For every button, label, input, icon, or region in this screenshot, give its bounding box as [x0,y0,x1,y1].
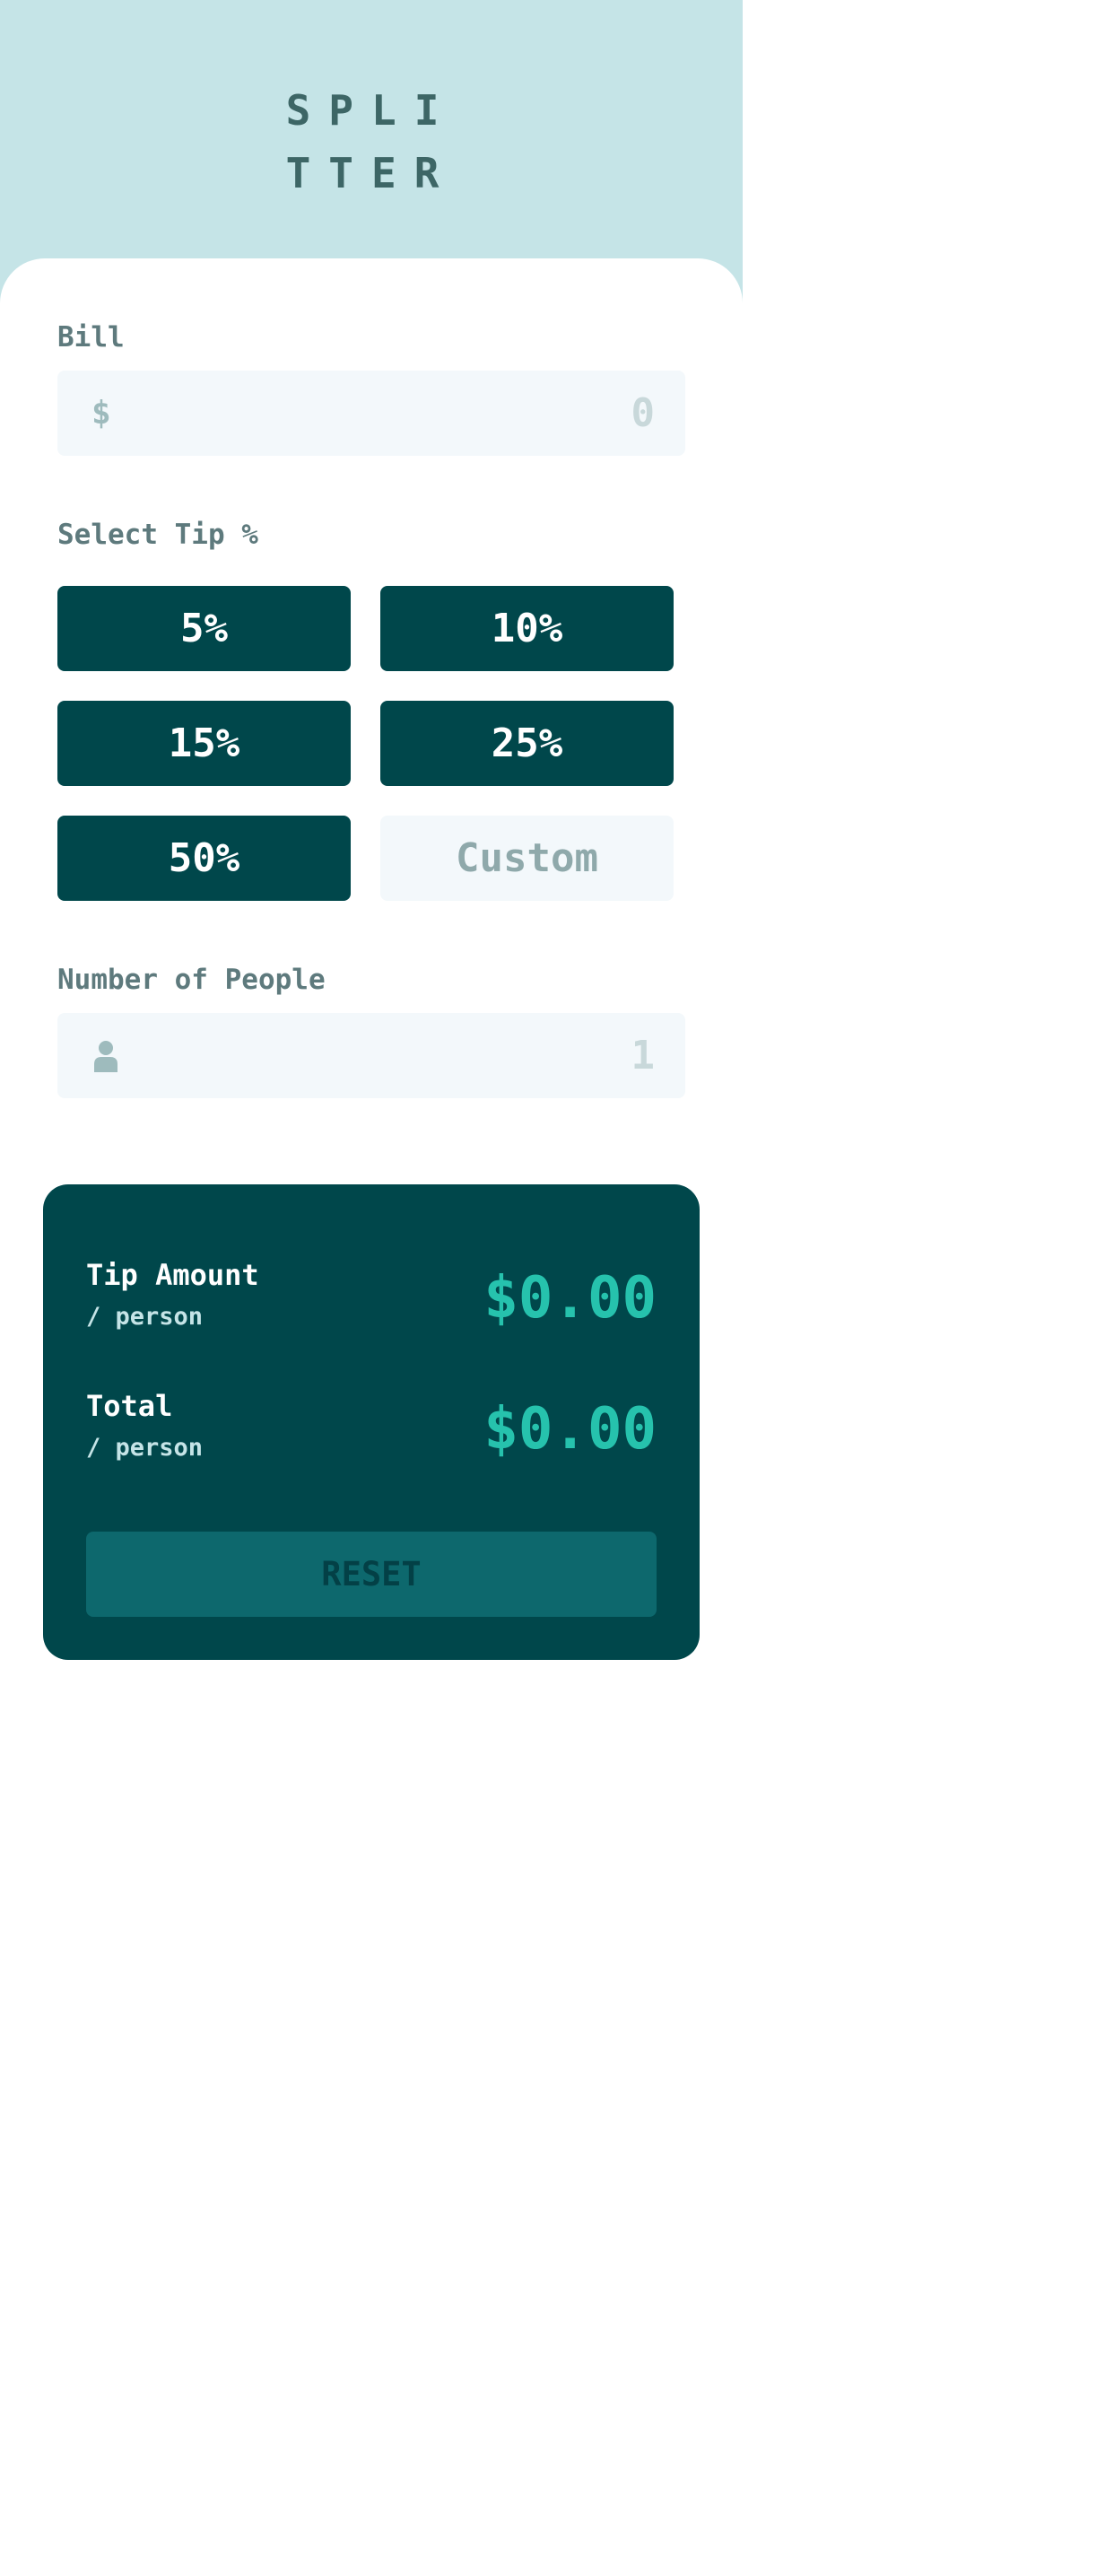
tip-amount-per-person: / person [86,1303,204,1331]
person-icon [94,1041,117,1072]
number-of-people-label: Number of People [57,964,326,996]
tip-button-10[interactable]: 10% [380,586,674,671]
tip-amount-value: $0.00 [483,1265,657,1332]
bill-input[interactable]: $ 0 [57,371,685,456]
logo-line-1: SPLI [285,86,457,135]
tip-button-15[interactable]: 15% [57,701,351,786]
results-panel: Tip Amount / person $0.00 Total / person… [43,1184,700,1660]
tip-button-25[interactable]: 25% [380,701,674,786]
tip-custom-input[interactable]: Custom [380,816,674,901]
people-input-value: 1 [631,1033,656,1078]
tip-amount-label: Tip Amount [86,1258,259,1292]
total-label: Total [86,1389,173,1423]
select-tip-label: Select Tip % [57,519,258,551]
dollar-icon: $ [91,395,111,432]
people-input[interactable]: 1 [57,1013,685,1098]
tip-button-5[interactable]: 5% [57,586,351,671]
logo-line-2: TTER [285,149,457,197]
logo: SPLI TTER [0,79,743,205]
bill-input-value: 0 [631,390,656,436]
bill-label: Bill [57,321,125,354]
tip-calculator-app: SPLI TTER Bill $ 0 Select Tip % 5% 10% 1… [0,0,743,2576]
total-per-person: / person [86,1434,204,1462]
total-value: $0.00 [483,1396,657,1463]
reset-button[interactable]: RESET [86,1532,657,1617]
tip-button-50[interactable]: 50% [57,816,351,901]
